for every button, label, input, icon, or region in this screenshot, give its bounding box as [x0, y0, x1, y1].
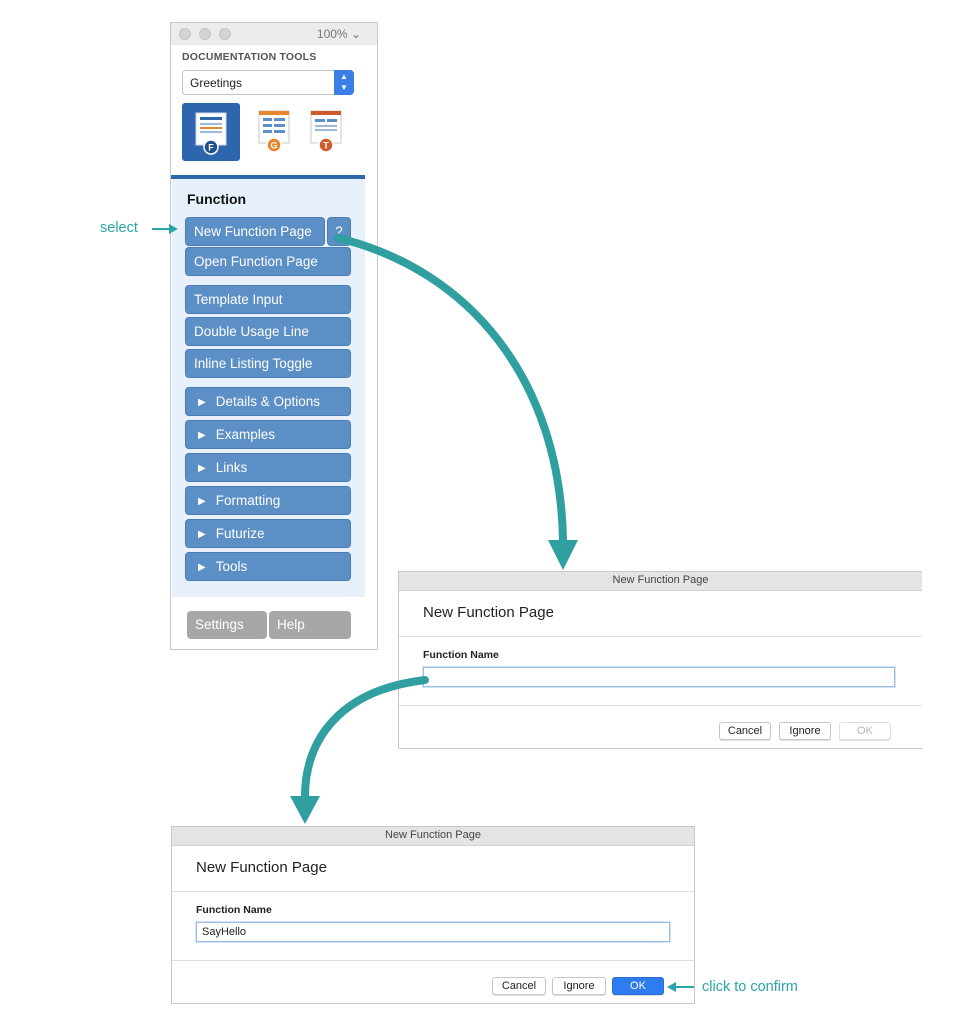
confirm-pointer-arrow [667, 982, 694, 992]
confirm-annotation: click to confirm [702, 979, 798, 995]
annotation-arrows [152, 224, 694, 992]
select-pointer-arrow [152, 224, 178, 234]
select-annotation: select [100, 220, 138, 236]
flow-arrow-to-dialog [334, 234, 578, 570]
flow-arrow-to-filled-dialog [290, 676, 429, 824]
